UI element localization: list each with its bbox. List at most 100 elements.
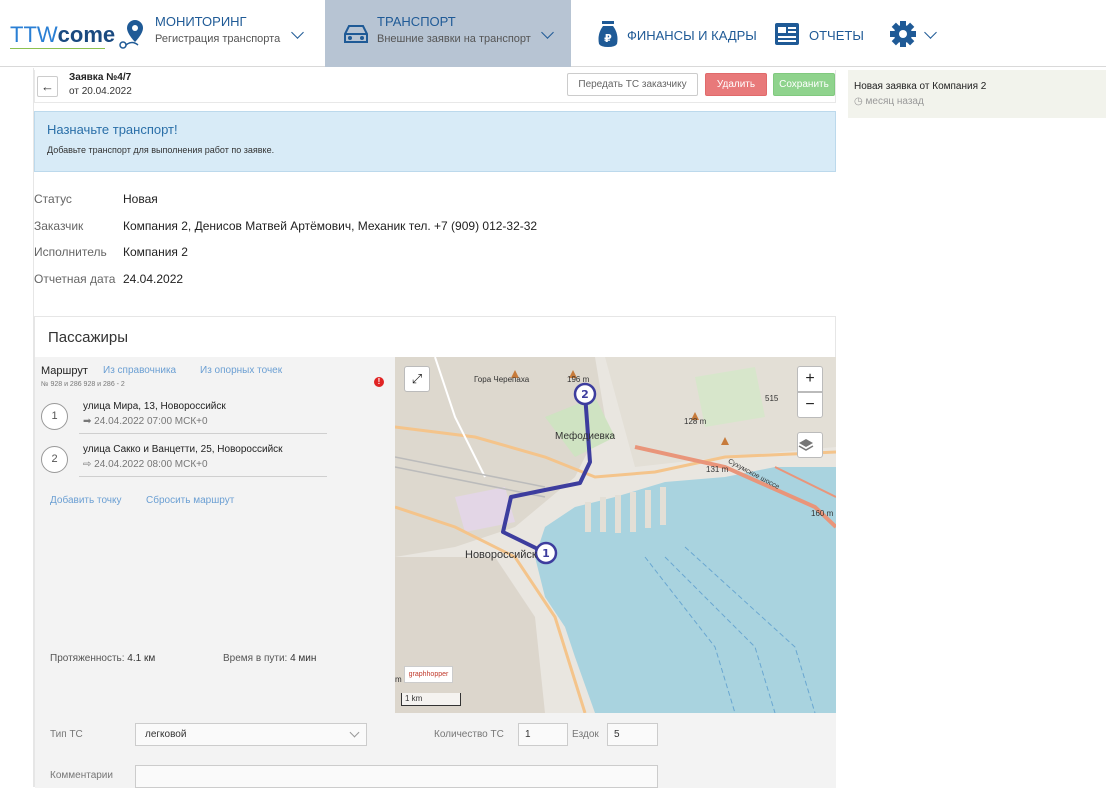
route-label: Маршрут (41, 365, 88, 377)
point-number: 1 (41, 403, 68, 430)
chevron-down-icon (349, 727, 360, 738)
layers-button[interactable] (797, 432, 823, 458)
vehicle-type-select[interactable]: легковой (135, 723, 367, 746)
status-label: Статус (34, 192, 72, 206)
map-label-gora: Гора Черепаха (474, 375, 530, 384)
report-date-label: Отчетная дата (34, 272, 116, 286)
notification-title: Новая заявка от Компания 2 (854, 81, 987, 92)
top-navigation: TTWcome МОНИТОРИНГ Регистрация транспорт… (0, 0, 1106, 67)
point-number: 2 (41, 446, 68, 473)
request-title: Заявка №4/7 (69, 72, 132, 83)
marker-2: 2 (581, 388, 589, 401)
nav-transport-title: ТРАНСПОРТ (377, 14, 456, 29)
svg-text:₽: ₽ (604, 32, 612, 45)
map-label-alt1: 196 m (567, 375, 590, 384)
money-bag-icon: ₽ (598, 21, 618, 47)
arrival-icon: ⇨ (83, 459, 95, 470)
notification-time: ◷ месяц назад (854, 96, 924, 107)
assign-transport-alert: Назначьте транспорт! Добавьте транспорт … (34, 111, 836, 172)
point-address: улица Сакко и Ванцетти, 25, Новороссийск (83, 444, 283, 455)
nav-finance[interactable]: ₽ ФИНАНСЫ И КАДРЫ (590, 0, 760, 67)
gear-icon (890, 21, 916, 47)
route-map[interactable]: 1 2 Гора Черепаха 196 m 128 m 131 m 515 … (395, 357, 836, 713)
map-label-alt5: 160 m (811, 509, 834, 518)
nav-settings[interactable] (886, 0, 946, 67)
chevron-down-icon[interactable] (541, 26, 554, 39)
report-date-value: 24.04.2022 (123, 272, 184, 286)
departure-icon: ➡ (83, 416, 95, 427)
map-label-alt3: 131 m (706, 465, 729, 474)
reset-route-link[interactable]: Сбросить маршрут (146, 495, 234, 506)
customer-value: Компания 2, Денисов Матвей Артёмович, Ме… (123, 219, 538, 233)
chevron-down-icon[interactable] (291, 26, 304, 39)
vehicle-form: Тип ТС легковой Количество ТС 1 Ездок 5 … (35, 713, 836, 788)
back-button[interactable]: ← (37, 76, 58, 97)
route-number: № 928 и 286 928 и 286 - 2 (41, 381, 125, 388)
customer-label: Заказчик (34, 219, 84, 233)
clock-icon: ◷ (854, 96, 866, 107)
logo-underline (10, 48, 105, 49)
divider (79, 433, 327, 434)
route-panel: Маршрут Из справочника Из опорных точек … (35, 357, 395, 713)
add-point-link[interactable]: Добавить точку (50, 495, 121, 506)
fullscreen-button[interactable]: ⤢ (404, 366, 430, 392)
trips-input[interactable]: 5 (607, 723, 658, 746)
nav-monitoring-title: МОНИТОРИНГ (155, 14, 247, 29)
zoom-in-button[interactable]: + (797, 366, 823, 392)
map-label-city: Новороссийск (465, 549, 537, 561)
newspaper-icon (775, 23, 799, 45)
comments-label: Комментарии (50, 770, 113, 781)
app-logo[interactable]: TTWcome (10, 22, 115, 48)
point-time: ⇨ 24.04.2022 08:00 МСК+0 (83, 459, 208, 470)
route-duration: Время в пути: 4 мин (223, 653, 317, 664)
point-time: ➡ 24.04.2022 07:00 МСК+0 (83, 416, 208, 427)
nav-finance-title: ФИНАНСЫ И КАДРЫ (627, 28, 757, 43)
map-canvas: 1 2 (395, 357, 836, 713)
vehicle-type-label: Тип ТС (50, 729, 83, 740)
route-from-points-link[interactable]: Из опорных точек (200, 365, 282, 376)
executor-value: Компания 2 (123, 245, 188, 259)
map-scale: 1 km (401, 693, 461, 706)
map-label-alt4: 515 (765, 394, 779, 403)
vehicle-count-label: Количество ТС (434, 729, 504, 740)
map-label-mefodievka: Мефодиевка (555, 431, 616, 442)
comments-input[interactable] (135, 765, 658, 788)
car-icon (344, 25, 368, 43)
point-address: улица Мира, 13, Новороссийск (83, 401, 226, 412)
route-from-directory-link[interactable]: Из справочника (103, 365, 176, 376)
status-value: Новая (123, 192, 158, 206)
passengers-title: Пассажиры (48, 329, 129, 346)
location-pin-icon (119, 20, 143, 49)
zoom-out-button[interactable]: − (797, 392, 823, 418)
route-point[interactable]: 1 улица Мира, 13, Новороссийск ➡ 24.04.2… (41, 399, 341, 439)
warning-icon[interactable]: ! (374, 377, 384, 387)
save-button[interactable]: Сохранить (773, 73, 835, 96)
request-header: ← Заявка №4/7 от 20.04.2022 Передать ТС … (34, 70, 836, 103)
executor-label: Исполнитель (34, 245, 107, 259)
nav-reports[interactable]: ОТЧЕТЫ (772, 0, 872, 67)
vehicle-count-input[interactable]: 1 (518, 723, 568, 746)
nav-monitoring-subtitle: Регистрация транспорта (155, 33, 281, 45)
chevron-down-icon[interactable] (924, 26, 937, 39)
nav-transport[interactable]: ТРАНСПОРТ Внешние заявки на транспорт (325, 0, 571, 67)
transfer-button[interactable]: Передать ТС заказчику (567, 73, 698, 96)
nav-transport-subtitle: Внешние заявки на транспорт (377, 33, 531, 45)
route-distance: Протяженность: 4.1 км (50, 653, 156, 664)
alert-title: Назначьте транспорт! (47, 122, 178, 137)
expand-icon: ⤢ (411, 371, 423, 386)
delete-button[interactable]: Удалить (705, 73, 767, 96)
trips-label: Ездок (572, 729, 599, 740)
route-point[interactable]: 2 улица Сакко и Ванцетти, 25, Новороссий… (41, 442, 341, 482)
notification-card[interactable]: Новая заявка от Компания 2 ◷ месяц назад (848, 70, 1106, 118)
arrow-left-icon: ← (41, 79, 54, 94)
divider (79, 476, 327, 477)
nav-monitoring[interactable]: МОНИТОРИНГ Регистрация транспорта (118, 0, 318, 67)
map-label-alt2: 128 m (684, 417, 707, 426)
graphhopper-logo[interactable]: graphhopper (404, 666, 453, 683)
marker-1: 1 (542, 547, 550, 560)
passengers-panel: Пассажиры Маршрут Из справочника Из опор… (34, 316, 836, 788)
map-label-m: m (395, 675, 402, 684)
alert-text: Добавьте транспорт для выполнения работ … (47, 145, 275, 155)
nav-reports-title: ОТЧЕТЫ (809, 28, 864, 43)
layers-icon (798, 439, 814, 451)
